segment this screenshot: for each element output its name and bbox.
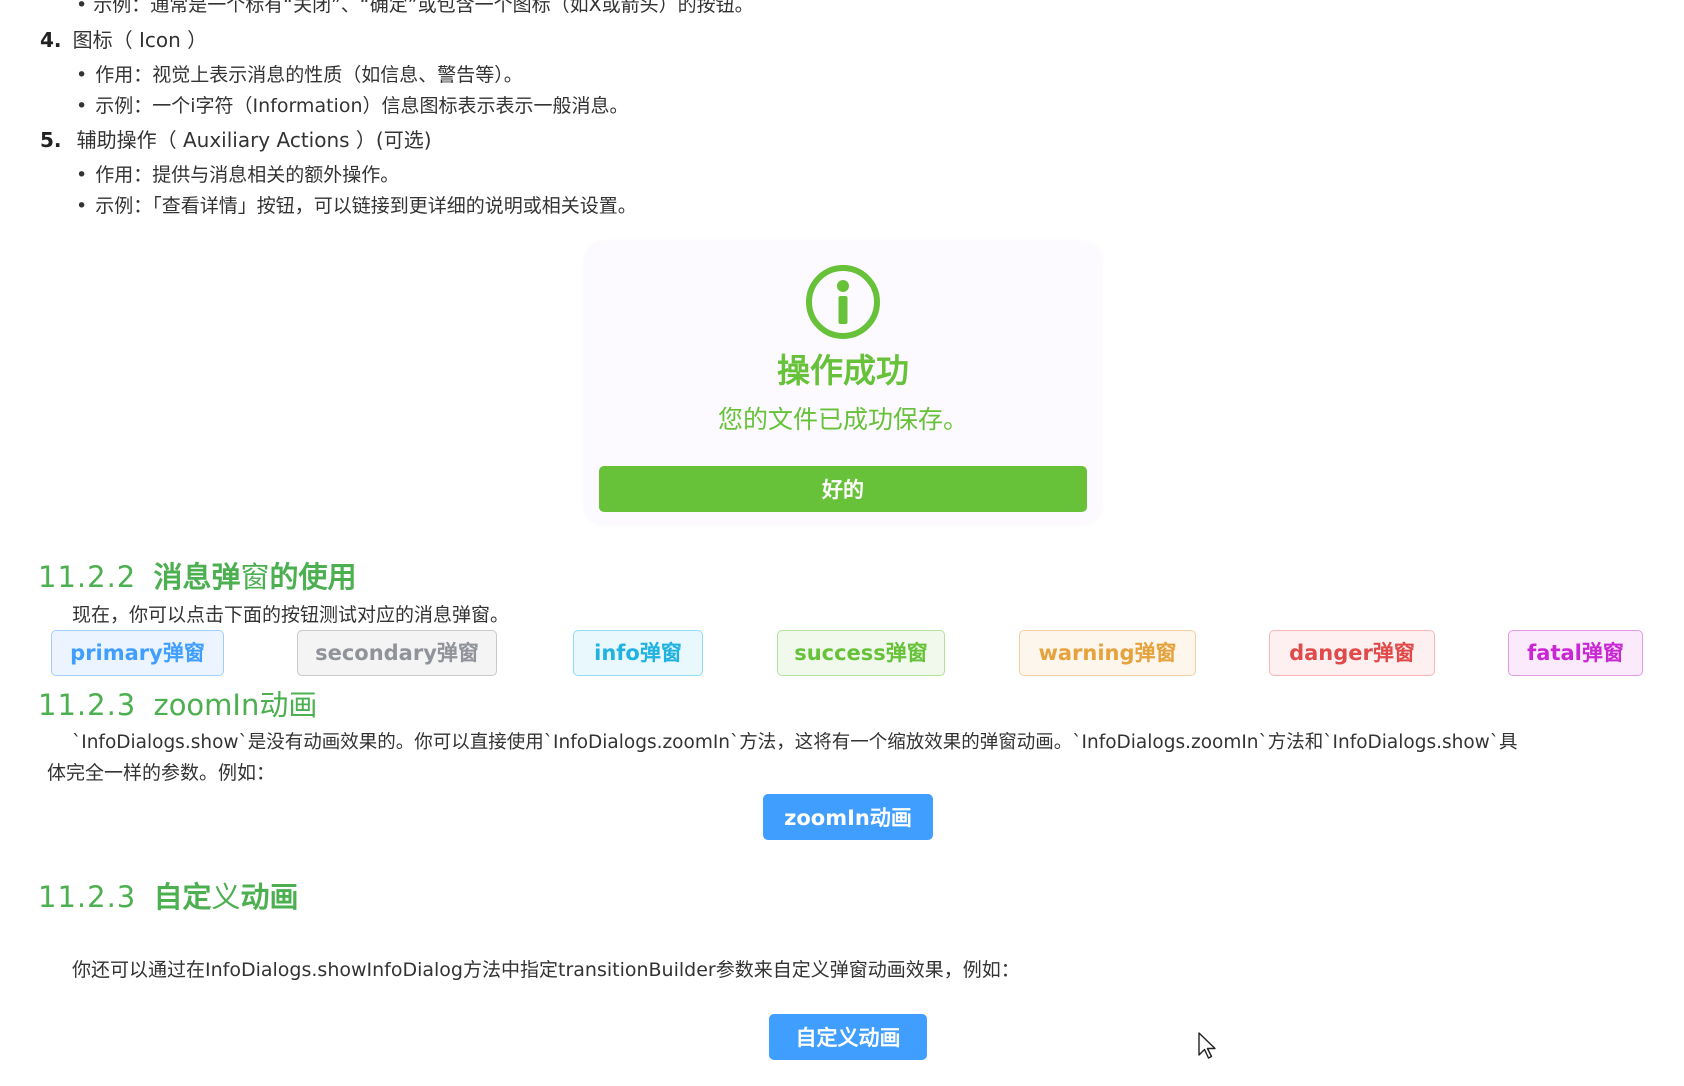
section-number: 11.2.2	[38, 560, 137, 594]
bullet-item: • 作用：视觉上表示消息的性质（如信息、警告等）。	[76, 60, 523, 87]
bullet-text: 作用：视觉上表示消息的性质（如信息、警告等）。	[95, 64, 523, 86]
section-intro: 现在，你可以点击下面的按钮测试对应的消息弹窗。	[72, 604, 510, 626]
warning-dialog-button[interactable]: warning弹窗	[1019, 630, 1196, 676]
paragraph-line: `InfoDialogs.show`是没有动画效果的。你可以直接使用`InfoD…	[72, 732, 1518, 753]
success-dialog-button[interactable]: success弹窗	[777, 630, 945, 676]
section-title-part: 动画	[240, 880, 299, 914]
custom-animation-button[interactable]: 自定义动画	[769, 1014, 927, 1060]
section-title-part: 的使用	[269, 560, 357, 594]
bullet-text: 作用：提供与消息相关的额外操作。	[95, 164, 400, 186]
list-title: 辅助操作（ Auxiliary Actions ）(可选)	[76, 128, 432, 152]
section-title-part: 自定	[153, 880, 212, 914]
paragraph-line: 体完全一样的参数。例如：	[47, 762, 276, 784]
section-title-part: 窗	[240, 560, 270, 594]
bullet-item: • 作用：提供与消息相关的额外操作。	[76, 160, 399, 187]
info-circle-icon	[806, 265, 880, 339]
section-number: 11.2.3	[38, 688, 137, 722]
list-title: 图标（ Icon ）	[72, 28, 208, 52]
bullet-dot: •	[76, 64, 88, 86]
section-heading: 11.2.3 zoomIn动画	[38, 682, 317, 724]
section-heading: 11.2.2 消息弹窗的使用	[38, 554, 357, 596]
primary-dialog-button[interactable]: primary弹窗	[51, 630, 224, 676]
section-heading: 11.2.3 自定义动画	[38, 874, 299, 916]
bullet-dot: •	[76, 95, 88, 117]
dialog-title: 操作成功	[777, 351, 909, 390]
clipped-bullet: • 示例：通常是一个标有“关闭”、“确定”或包含一个图标（如X或箭头）的按钮。	[76, 0, 754, 16]
section-title-part: 义	[211, 880, 241, 914]
bullet-item: • 示例：一个i字符（Information）信息图标表示表示一般消息。	[76, 91, 628, 118]
danger-dialog-button[interactable]: danger弹窗	[1269, 630, 1435, 676]
document-page: • 示例：通常是一个标有“关闭”、“确定”或包含一个图标（如X或箭头）的按钮。 …	[0, 0, 1684, 1086]
mouse-cursor-icon	[1198, 1032, 1216, 1059]
list-item-auxiliary: 5. 辅助操作（ Auxiliary Actions ）(可选)	[40, 124, 432, 153]
paragraph-line: 你还可以通过在InfoDialogs.showInfoDialog方法中指定tr…	[72, 959, 1020, 981]
bullet-dot: •	[76, 195, 88, 217]
bullet-item: • 示例：「查看详情」按钮，可以链接到更详细的说明或相关设置。	[76, 191, 637, 218]
dialog-ok-button[interactable]: 好的	[599, 466, 1087, 512]
zoomin-animation-button[interactable]: zoomIn动画	[763, 794, 933, 840]
list-number: 5.	[40, 128, 62, 152]
secondary-dialog-button[interactable]: secondary弹窗	[297, 630, 497, 676]
bullet-dot: •	[76, 164, 88, 186]
bullet-text: 示例：一个i字符（Information）信息图标表示表示一般消息。	[95, 95, 629, 117]
info-dialog: 操作成功 您的文件已成功保存。 好的	[585, 242, 1101, 524]
section-title: zoomIn动画	[153, 688, 318, 722]
section-number: 11.2.3	[38, 880, 137, 914]
section-title-part: 消息弹	[153, 560, 241, 594]
dialog-message: 您的文件已成功保存。	[717, 405, 968, 434]
info-dialog-button[interactable]: info弹窗	[573, 630, 703, 676]
bullet-text: 示例：「查看详情」按钮，可以链接到更详细的说明或相关设置。	[95, 195, 637, 217]
list-item-icon: 4. 图标（ Icon ）	[40, 24, 207, 53]
list-number: 4.	[40, 28, 62, 52]
fatal-dialog-button[interactable]: fatal弹窗	[1508, 630, 1643, 676]
